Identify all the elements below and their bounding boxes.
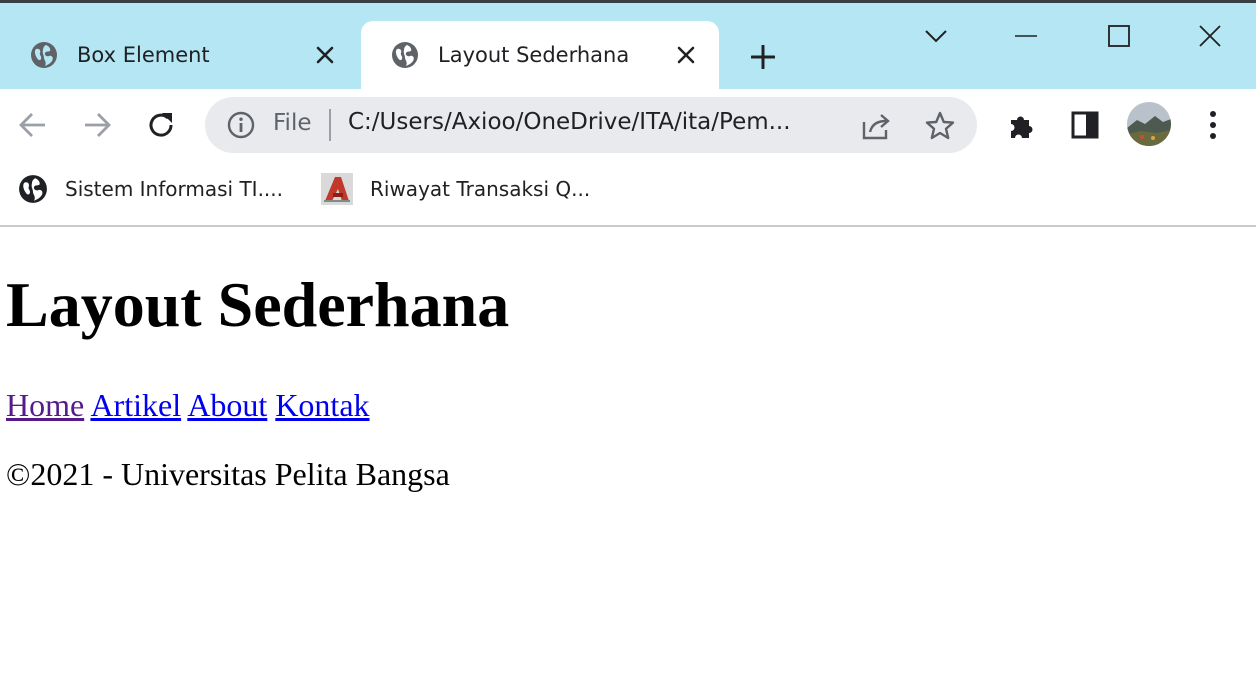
bookmark-item[interactable]: Sistem Informasi TI.... [18,173,283,205]
url-text[interactable]: C:/Users/Axioo/OneDrive/ITA/ita/Pem... [348,109,848,135]
minimize-button[interactable] [1006,16,1046,56]
tab-title: Box Element [77,43,210,67]
page-heading: Layout Sederhana [6,269,510,340]
bookmarks-bar: Sistem Informasi TI.... Riwayat Transaks… [0,161,1256,227]
globe-icon [390,40,420,70]
browser-toolbar: File C:/Users/Axioo/OneDrive/ITA/ita/Pem… [0,89,1256,161]
chevron-down-icon [925,30,947,43]
bookmark-label: Riwayat Transaksi Q... [370,177,591,201]
globe-icon [18,174,48,204]
close-tab-icon[interactable] [673,42,699,68]
puzzle-icon [1011,116,1033,138]
arrow-right-icon [85,113,111,137]
nav-menu: Home Artikel About Kontak [6,387,370,424]
kebab-menu-icon [1210,111,1216,139]
menu-button[interactable] [1195,107,1231,143]
tab-search-button[interactable] [916,16,956,56]
web-page-content: Layout Sederhana Home Artikel About Kont… [0,227,1256,677]
globe-icon [29,40,59,70]
bookmark-label: Sistem Informasi TI.... [65,177,283,201]
address-bar[interactable]: File C:/Users/Axioo/OneDrive/ITA/ita/Pem… [205,97,977,153]
plus-icon [751,45,775,69]
minimize-icon [1015,35,1037,37]
side-panel-button[interactable] [1067,107,1103,143]
new-tab-button[interactable] [747,41,779,73]
bookmark-item[interactable]: Riwayat Transaksi Q... [321,173,590,205]
profile-avatar[interactable] [1127,102,1171,146]
nav-link-home[interactable]: Home [6,387,84,423]
arrow-left-icon [19,113,45,137]
extensions-button[interactable] [1003,107,1039,143]
url-scheme-label: File [273,110,312,136]
tab-layout-sederhana[interactable]: Layout Sederhana [361,21,719,89]
side-panel-icon [1071,111,1099,139]
reload-button[interactable] [143,107,179,143]
share-icon[interactable] [859,109,893,143]
maximize-icon [1108,25,1130,47]
maximize-button[interactable] [1099,16,1139,56]
close-icon [1199,25,1221,47]
tab-title: Layout Sederhana [438,43,630,67]
nav-link-kontak[interactable]: Kontak [275,387,369,423]
close-tab-icon[interactable] [312,42,338,68]
tab-strip: Box Element Layout Sederhana [0,3,1256,89]
close-window-button[interactable] [1190,16,1230,56]
reload-icon [149,113,173,137]
bookmark-star-icon[interactable] [923,109,957,143]
info-icon[interactable] [227,111,255,139]
back-button[interactable] [15,107,51,143]
page-footer: ©2021 - Universitas Pelita Bangsa [6,456,450,492]
tab-box-element[interactable]: Box Element [0,21,358,89]
url-divider [329,109,331,141]
avatar-icon [1127,102,1171,146]
app-logo-icon [321,173,353,205]
forward-button[interactable] [79,107,115,143]
nav-link-artikel[interactable]: Artikel [90,387,181,423]
nav-link-about[interactable]: About [187,387,267,423]
